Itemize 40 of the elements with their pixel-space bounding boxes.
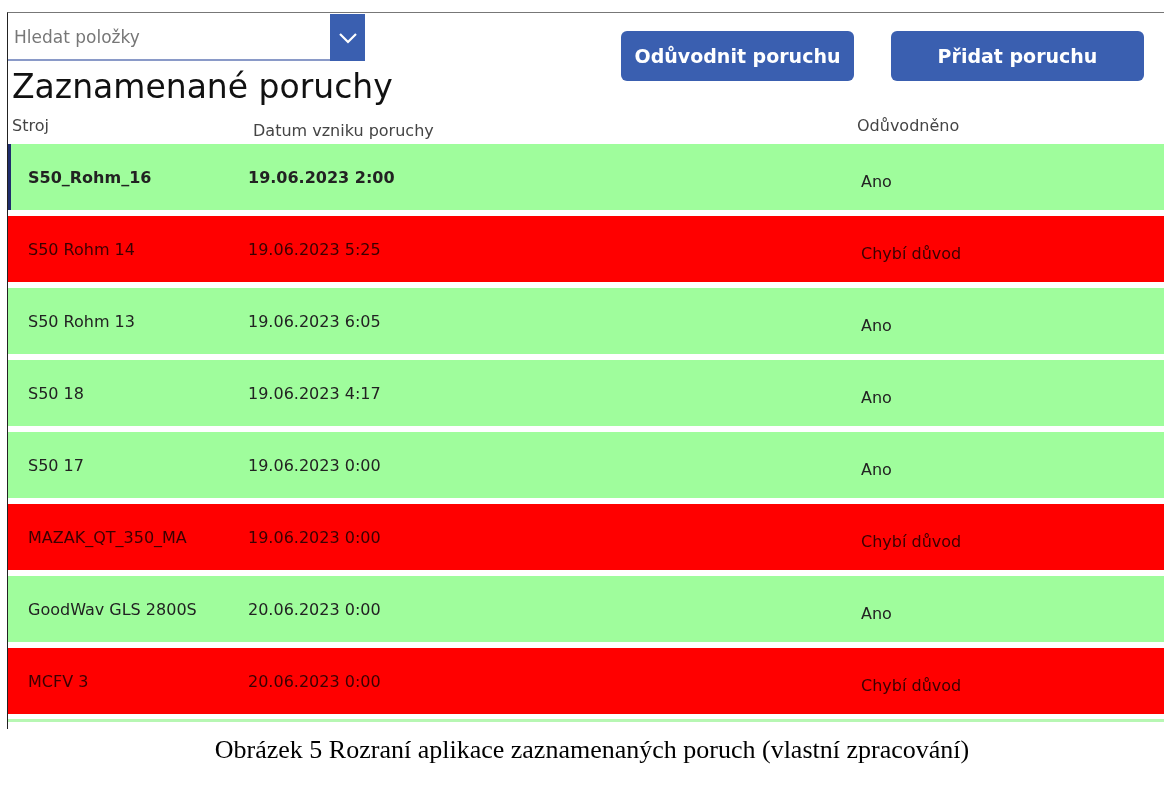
fault-row[interactable]: S50_Rohm_16 19.06.2023 2:00 Ano [8,144,1164,210]
fault-row[interactable]: S50 Rohm 14 19.06.2023 5:25 Chybí důvod [8,216,1164,282]
fault-date: 19.06.2023 4:17 [248,383,382,403]
fault-row[interactable]: S50 18 19.06.2023 4:17 Ano [8,360,1164,426]
justification-status: Ano [861,314,892,335]
justification-status: Ano [861,458,892,479]
column-header: Stroj [11,115,50,135]
screen-title: Zaznamenané poruchy [12,67,393,106]
figure-caption: Obrázek 5 Rozraní aplikace zaznamenaných poruch (vlastní zpracování) [213,735,971,765]
fault-date: 19.06.2023 5:25 [248,239,382,259]
machine-name: S50 Rohm 14 [27,239,136,259]
fault-date: 19.06.2023 0:00 [248,527,382,547]
machine-name: MCFV 3 [27,671,90,691]
justification-status: Chybí důvod [861,242,962,263]
machine-name: S50 Rohm 13 [27,311,136,331]
fault-date: 19.06.2023 2:00 [248,167,396,187]
justification-status: Chybí důvod [861,674,962,695]
fault-row[interactable]: GoodWav GLS 2800S 20.06.2023 0:00 Ano [8,576,1164,642]
fault-row[interactable]: MCFV 3 20.06.2023 0:00 Chybí důvod [8,648,1164,714]
column-header: Odůvodněno [857,115,960,135]
fault-row[interactable]: S50 17 19.06.2023 0:00 Ano [8,432,1164,498]
chevron-down-icon[interactable] [330,14,365,61]
machine-name: S50_Rohm_16 [27,167,153,187]
fault-date: 20.06.2023 0:00 [248,599,382,619]
machine-name: S50 17 [27,455,85,475]
fault-row[interactable]: S50 Rohm 13 19.06.2023 6:05 Ano [8,288,1164,354]
fault-date: 19.06.2023 6:05 [248,311,382,331]
fault-date: 19.06.2023 0:00 [248,455,382,475]
action-button[interactable]: Přidat poruchu [891,31,1144,81]
justification-status: Chybí důvod [861,530,962,551]
justification-status: Ano [861,602,892,623]
column-header: Datum vzniku poruchy [252,120,435,140]
action-button[interactable]: Odůvodnit poruchu [621,31,854,81]
justification-status: Ano [861,170,892,191]
fault-row[interactable]: MAZAK_QT_350_MA 19.06.2023 0:00 Chybí důvod [8,504,1164,570]
justification-status: Ano [861,386,892,407]
machine-name: S50 18 [27,383,85,403]
fault-date: 20.06.2023 0:00 [248,671,382,691]
machine-name: MAZAK_QT_350_MA [27,527,188,547]
machine-name: GoodWav GLS 2800S [27,599,198,619]
